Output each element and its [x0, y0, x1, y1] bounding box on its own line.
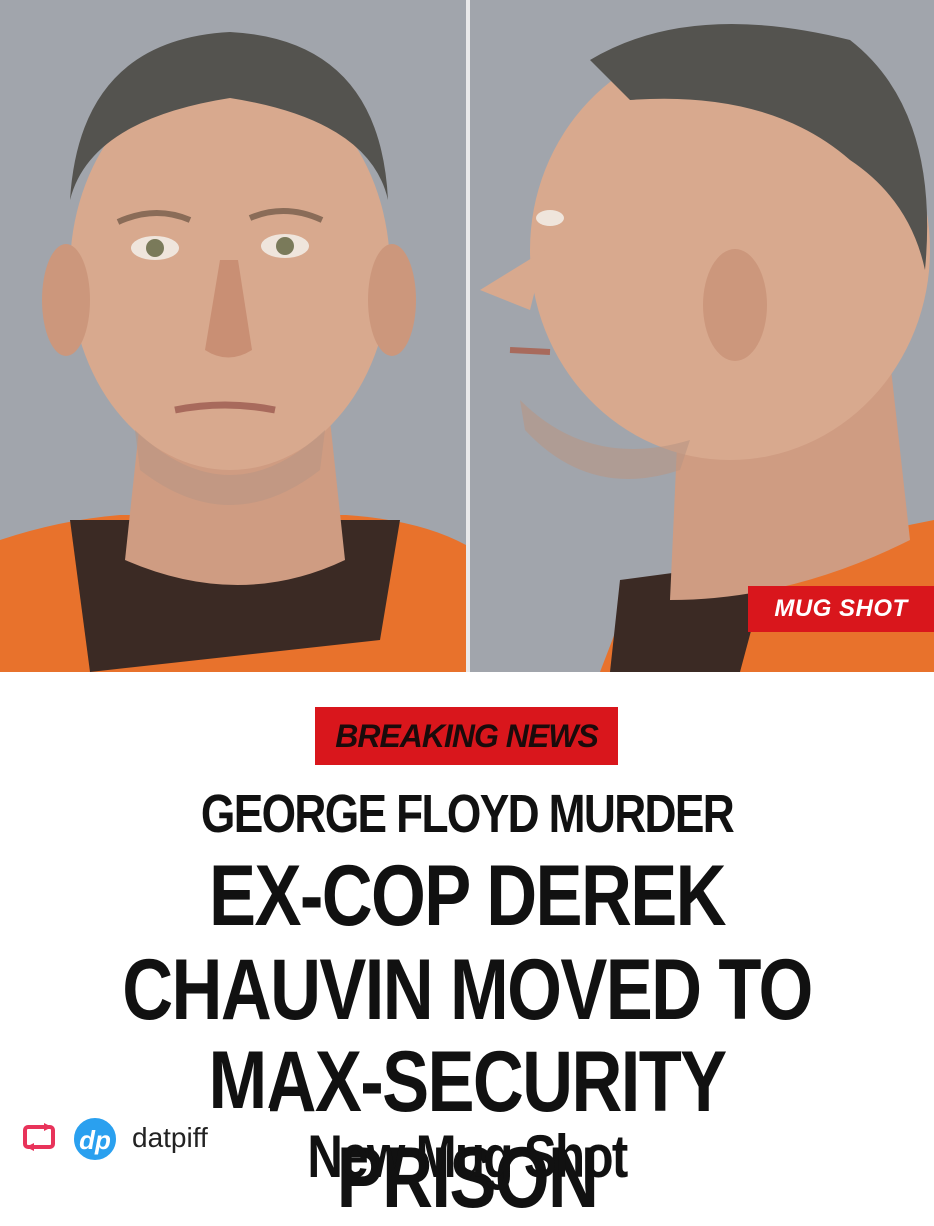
side-mugshot-image: MUG SHOT — [470, 0, 934, 672]
headline-line-1: GEORGE FLOYD MURDER — [200, 784, 735, 844]
repost-username[interactable]: datpiff — [132, 1120, 208, 1156]
headline-line-3: CHAUVIN MOVED TO — [122, 942, 813, 1038]
headline-caption: BREAKING NEWS GEORGE FLOYD MURDER EX-COP… — [0, 672, 934, 1226]
mug-shot-badge: MUG SHOT — [748, 586, 934, 632]
datpiff-avatar[interactable]: dp — [72, 1116, 118, 1162]
front-portrait-illustration — [0, 0, 466, 672]
repost-icon — [23, 1123, 55, 1151]
headline-line-2: EX-COP DEREK — [209, 848, 727, 944]
mugshot-photos: MUG SHOT — [0, 0, 934, 672]
side-portrait-illustration — [470, 0, 934, 672]
repost-attribution: dp datpiff — [0, 1108, 270, 1165]
front-mugshot-image — [0, 0, 466, 672]
breaking-news-banner: BREAKING NEWS — [315, 707, 618, 765]
